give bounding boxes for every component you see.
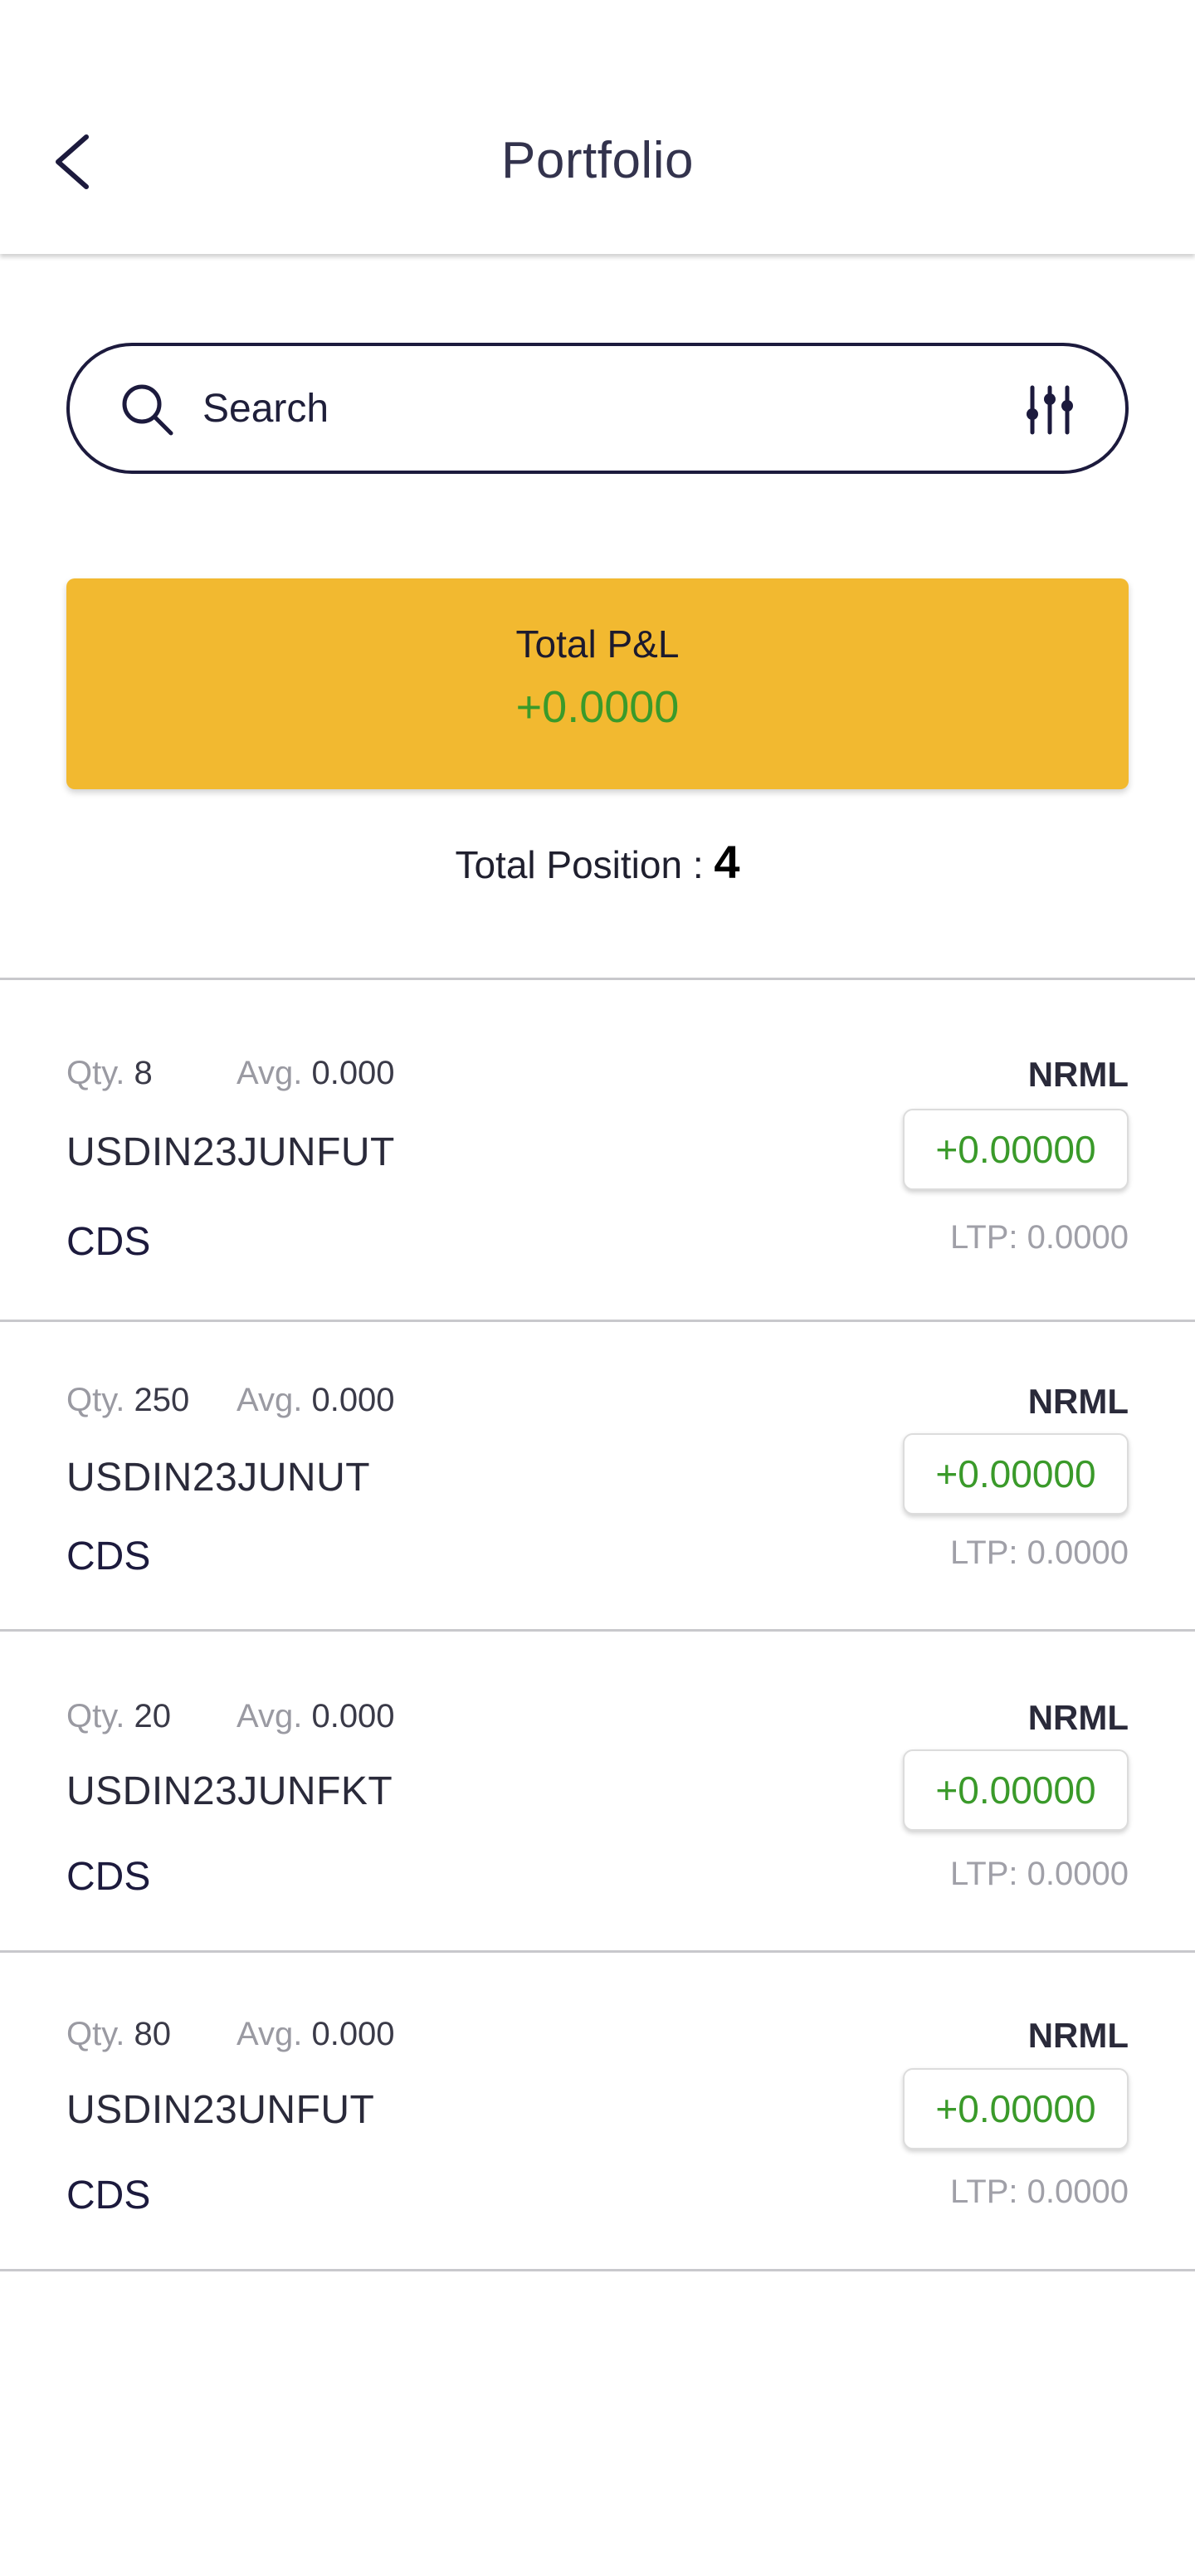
exchange: CDS [66,1855,151,1899]
qty-value: 20 [134,1698,172,1734]
avg-value: 0.000 [311,2016,395,2052]
symbol: USDIN23JUNUT [66,1456,371,1500]
back-button[interactable] [51,124,118,199]
qty-label: Qty. [66,1055,125,1091]
position-row[interactable]: Qty. 20 Avg. 0.000 USDIN23JUNFKT CDS NRM… [0,1632,1195,1950]
app-header: Portfolio [0,0,1195,254]
exchange: CDS [66,2174,151,2217]
avg-label: Avg. [237,2016,303,2052]
position-meta: Qty. 80 Avg. 0.000 [66,2016,395,2053]
avg-block: Avg. 0.000 [237,2016,395,2053]
avg-label: Avg. [237,1382,303,1418]
avg-label: Avg. [237,1055,303,1091]
pnl-badge: +0.00000 [903,1749,1129,1831]
chevron-left-icon [56,134,89,189]
positions-list: Qty. 8 Avg. 0.000 USDIN23JUNFUT CDS NRML… [0,978,1195,2271]
search-icon [122,384,173,436]
qty-label: Qty. [66,2016,125,2052]
avg-label: Avg. [237,1698,303,1734]
symbol: USDIN23UNFUT [66,2088,375,2132]
qty-value: 80 [134,2016,172,2052]
product-type: NRML [1027,1698,1129,1737]
ltp: LTP: 0.0000 [950,1219,1129,1256]
pnl-badge: +0.00000 [903,2068,1129,2149]
pnl-badge: +0.00000 [903,1109,1129,1190]
qty-label: Qty. [66,1698,125,1734]
position-meta: Qty. 250 Avg. 0.000 [66,1382,395,1419]
avg-value: 0.000 [311,1055,395,1091]
divider [0,2269,1195,2271]
total-position-count: 4 [714,836,740,888]
ltp: LTP: 0.0000 [950,2174,1129,2210]
product-type: NRML [1027,1382,1129,1421]
qty-value: 250 [134,1382,190,1418]
avg-value: 0.000 [311,1698,395,1734]
position-row[interactable]: Qty. 80 Avg. 0.000 USDIN23UNFUT CDS NRML… [0,1953,1195,2269]
total-pl-card: Total P&L +0.0000 [66,578,1129,789]
exchange: CDS [66,1220,151,1264]
position-meta: Qty. 20 Avg. 0.000 [66,1698,395,1735]
sliders-icon[interactable] [1024,384,1076,436]
avg-block: Avg. 0.000 [237,1055,395,1092]
search-input[interactable] [202,371,949,446]
page-title: Portfolio [501,132,694,189]
avg-value: 0.000 [311,1382,395,1418]
exchange: CDS [66,1534,151,1578]
position-row[interactable]: Qty. 8 Avg. 0.000 USDIN23JUNFUT CDS NRML… [0,980,1195,1320]
total-position-label: Total Position : [455,843,715,886]
ltp: LTP: 0.0000 [950,1534,1129,1571]
total-position: Total Position : 4 [0,835,1195,889]
position-row[interactable]: Qty. 250 Avg. 0.000 USDIN23JUNUT CDS NRM… [0,1322,1195,1629]
position-meta: Qty. 8 Avg. 0.000 [66,1055,395,1092]
avg-block: Avg. 0.000 [237,1382,395,1419]
search-bar [66,343,1129,474]
ltp: LTP: 0.0000 [950,1856,1129,1892]
qty-value: 8 [134,1055,153,1091]
symbol: USDIN23JUNFUT [66,1130,395,1174]
qty-label: Qty. [66,1382,125,1418]
total-pl-value: +0.0000 [515,682,680,732]
avg-block: Avg. 0.000 [237,1698,395,1735]
pnl-badge: +0.00000 [903,1433,1129,1515]
total-pl-label: Total P&L [515,622,680,666]
product-type: NRML [1027,1055,1129,1094]
symbol: USDIN23JUNFKT [66,1769,393,1813]
product-type: NRML [1027,2016,1129,2055]
